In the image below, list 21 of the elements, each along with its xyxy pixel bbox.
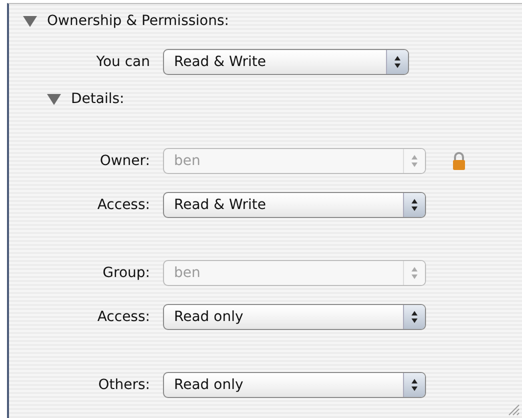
disclosure-triangle-icon[interactable]	[23, 15, 37, 27]
section-title: Details:	[71, 90, 124, 108]
popup-button[interactable]: Read only	[163, 372, 426, 398]
field-label: Group:	[102, 264, 151, 282]
stepper-arrows-icon	[411, 198, 418, 212]
popup-button[interactable]: Read & Write	[163, 192, 426, 218]
field-label: Others:	[97, 376, 151, 394]
resize-grip-icon[interactable]	[508, 404, 520, 416]
field-label: You can	[95, 52, 151, 72]
section-title: Ownership & Permissions:	[47, 12, 229, 30]
field-label: Access:	[96, 196, 151, 214]
stepper-arrows-icon	[394, 55, 401, 69]
disclosure-triangle-icon[interactable]	[47, 93, 61, 105]
field-label: Owner:	[98, 152, 151, 170]
stepper-arrows-icon	[411, 266, 418, 280]
stepper-arrows-icon	[411, 378, 418, 392]
stepper-arrows-icon	[411, 310, 418, 324]
field-label: Access:	[96, 308, 151, 326]
popup-button[interactable]: Read only	[163, 304, 426, 330]
stepper-arrows-icon	[411, 154, 418, 168]
popup-button[interactable]: Read & Write	[163, 49, 409, 75]
